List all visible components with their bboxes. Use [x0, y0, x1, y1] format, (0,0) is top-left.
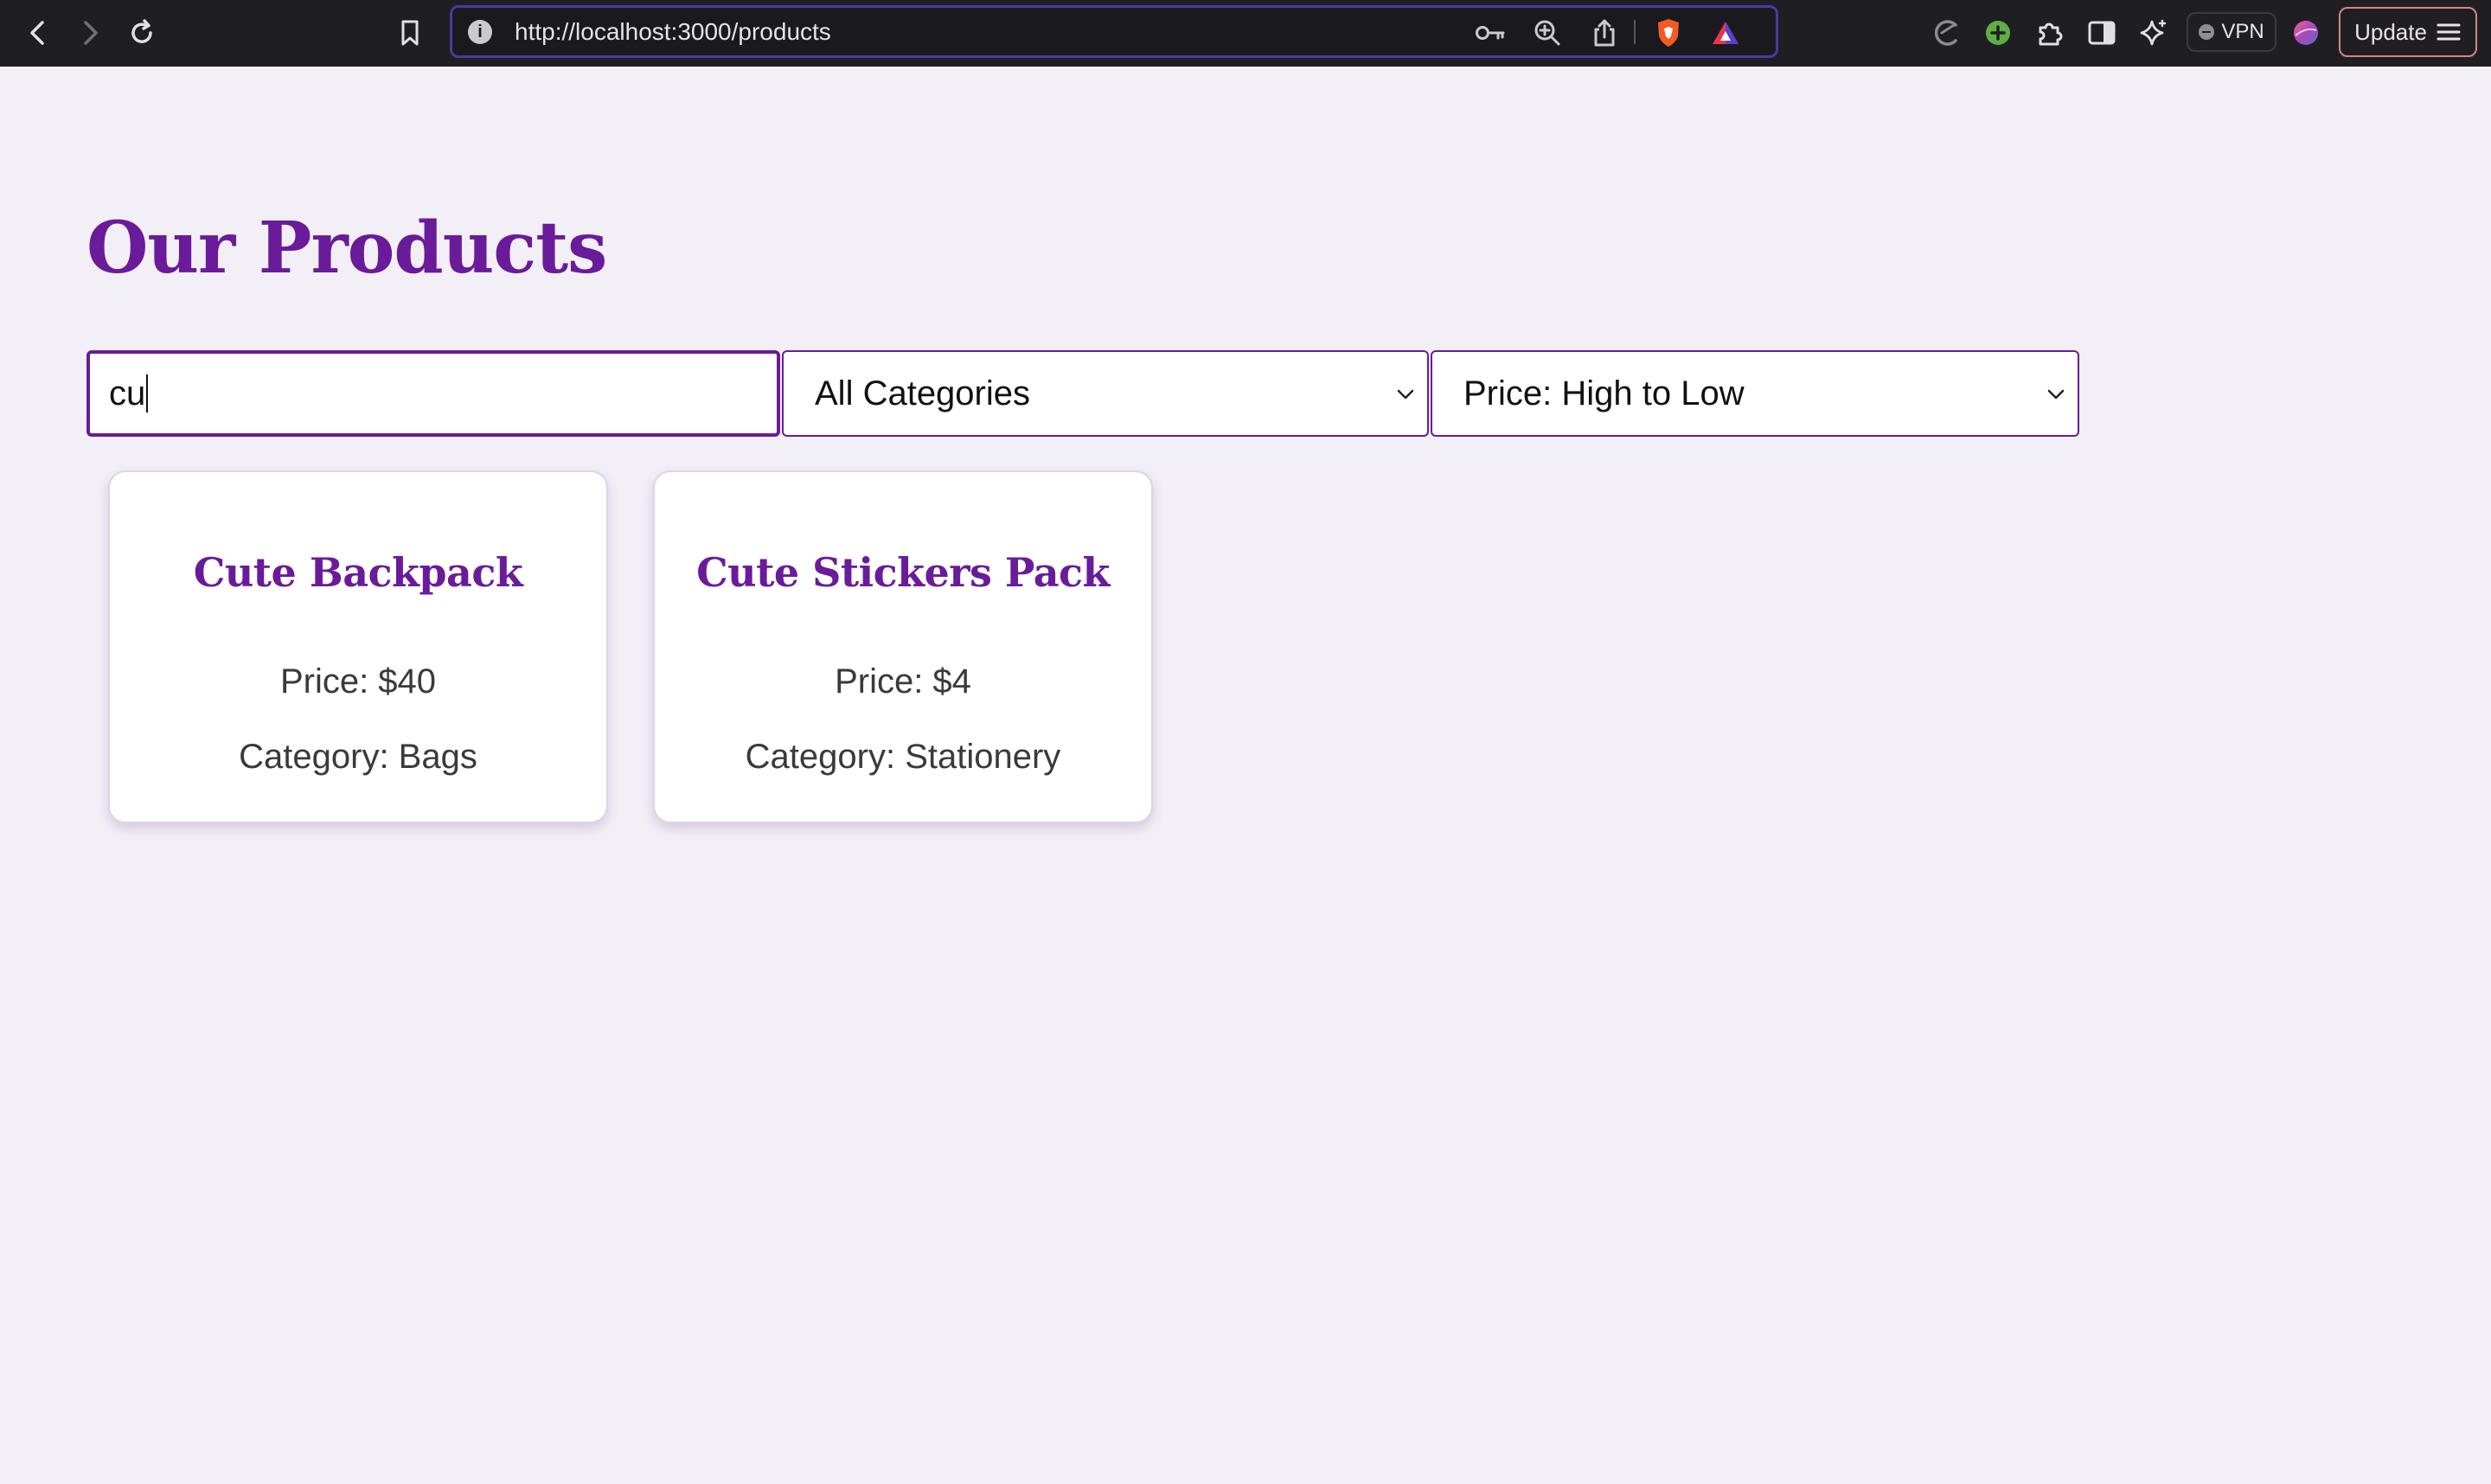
sparkle-icon [2140, 19, 2167, 46]
forward-button[interactable] [69, 12, 111, 54]
text-cursor [146, 374, 149, 413]
puzzle-icon [2039, 22, 2063, 46]
share-icon[interactable] [1589, 17, 1620, 48]
vpn-status-icon [2199, 24, 2215, 40]
sort-select-value: Price: High to Low [1463, 374, 1745, 413]
wallet-icon [2294, 21, 2318, 45]
add-extension-button[interactable] [1977, 12, 2019, 54]
product-name: Cute Stickers Pack [696, 549, 1110, 596]
hamburger-icon [2437, 23, 2461, 41]
extensions-button[interactable] [2029, 12, 2071, 54]
sidebar-icon [2088, 21, 2116, 45]
address-bar[interactable]: i http://localhost:3000/products [450, 5, 1778, 58]
product-name: Cute Backpack [193, 549, 523, 596]
chevron-left-icon [30, 21, 44, 45]
leo-button[interactable] [1925, 12, 1967, 54]
chevron-down-icon [2047, 389, 2065, 400]
update-button[interactable]: Update [2339, 7, 2477, 57]
brave-shield-icon[interactable] [1653, 17, 1684, 48]
site-info-icon[interactable]: i [468, 20, 492, 44]
plus-circle-icon [1986, 21, 2010, 45]
page-title: Our Products [86, 207, 607, 290]
ai-button[interactable] [2133, 12, 2174, 54]
zoom-in-icon[interactable] [1532, 17, 1563, 48]
address-bar-divider [1634, 20, 1636, 44]
product-category: Category: Bags [239, 738, 477, 776]
back-button[interactable] [17, 12, 59, 54]
sidebar-button[interactable] [2081, 12, 2123, 54]
search-input-value: cu [109, 374, 146, 413]
bookmark-button[interactable] [389, 12, 431, 54]
reload-button[interactable] [121, 12, 163, 54]
product-card[interactable]: Cute Stickers Pack Price: $4 Category: S… [653, 470, 1153, 823]
bookmark-icon [401, 20, 419, 46]
key-icon[interactable] [1475, 17, 1506, 48]
reload-icon [131, 19, 152, 43]
url-text[interactable]: http://localhost:3000/products [515, 8, 831, 55]
product-price: Price: $4 [835, 662, 971, 700]
category-select-value: All Categories [815, 374, 1031, 413]
sort-select[interactable]: Price: High to Low [1431, 350, 2079, 437]
chevron-down-icon [1397, 389, 1414, 400]
wallet-button[interactable] [2285, 12, 2327, 54]
search-input[interactable]: cu [86, 350, 780, 437]
vpn-label: VPN [2221, 20, 2264, 43]
browser-toolbar: i http://localhost:3000/products VPN Upd… [0, 0, 2491, 67]
leo-icon [1934, 20, 1957, 46]
product-category: Category: Stationery [745, 738, 1061, 776]
chevron-right-icon [84, 21, 98, 45]
vpn-button[interactable]: VPN [2187, 12, 2276, 52]
brave-rewards-icon[interactable] [1710, 17, 1741, 48]
product-card[interactable]: Cute Backpack Price: $40 Category: Bags [108, 470, 608, 823]
update-label: Update [2354, 18, 2427, 45]
product-price: Price: $40 [279, 662, 437, 700]
category-select[interactable]: All Categories [782, 350, 1429, 437]
